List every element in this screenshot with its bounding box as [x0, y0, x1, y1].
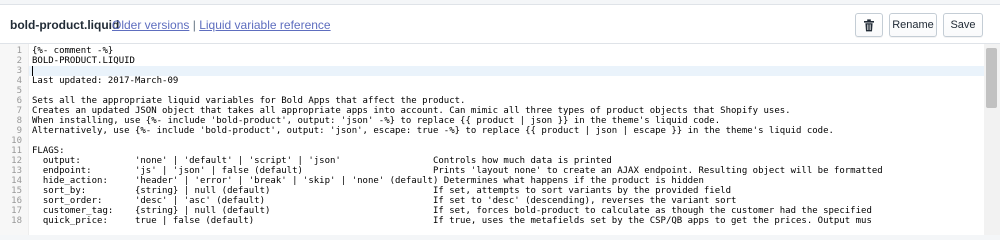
line-number-gutter: 1 2 3 4 5 6 7 8 9 10 11 12 13 14 15 16 1…: [0, 44, 29, 235]
trash-icon: [864, 19, 874, 32]
line-number: 15: [11, 186, 22, 196]
code-line: Last updated: 2017-March-09: [32, 76, 179, 86]
code-line: sort_by: {string} | null (default) If se…: [32, 186, 731, 196]
links-separator: |: [192, 18, 196, 32]
code-editor-panel: bold-product.liquid Older versions | Liq…: [0, 4, 1000, 235]
line-number: 5: [16, 86, 22, 96]
line-number: 6: [16, 96, 22, 106]
line-number: 17: [11, 206, 22, 216]
line-number: 4: [16, 76, 22, 86]
line-number: 18: [11, 216, 22, 226]
code-line: customer_tag: {string} | null (default) …: [32, 206, 872, 216]
line-number: 12: [11, 156, 22, 166]
code-line: Creates an updated JSON object that take…: [32, 106, 791, 116]
active-line-highlight: [29, 66, 984, 76]
code-line: Sets all the appropriate liquid variable…: [32, 96, 466, 106]
line-number: 16: [11, 196, 22, 206]
rename-button[interactable]: Rename: [889, 13, 937, 37]
code-line: endpoint: 'js' | 'json' | false (default…: [32, 166, 883, 176]
line-number: 8: [16, 116, 22, 126]
line-number: 1: [16, 46, 22, 56]
scrollbar-thumb[interactable]: [986, 48, 997, 108]
code-editor[interactable]: 1 2 3 4 5 6 7 8 9 10 11 12 13 14 15 16 1…: [0, 44, 1000, 235]
code-line: FLAGS:: [32, 146, 65, 156]
line-number: 9: [16, 126, 22, 136]
line-number: 7: [16, 106, 22, 116]
code-line: sort_order: 'desc' | 'asc' (default) If …: [32, 196, 737, 206]
file-name: bold-product.liquid: [10, 18, 120, 32]
code-line: Alternatively, use {%- include 'bold-pro…: [32, 126, 834, 136]
line-number: 13: [11, 166, 22, 176]
text-cursor: [32, 66, 33, 76]
code-line: BOLD-PRODUCT.LIQUID: [32, 56, 135, 66]
code-line: output: 'none' | 'default' | 'script' | …: [32, 156, 612, 166]
save-button[interactable]: Save: [943, 13, 983, 37]
code-line: quick_price: true | false (default) If t…: [32, 216, 872, 226]
header-links: Older versions | Liquid variable referen…: [112, 18, 331, 32]
code-line: hide_action: 'header' | 'error' | 'break…: [32, 176, 704, 186]
delete-button[interactable]: [855, 13, 883, 37]
line-number: 2: [16, 56, 22, 66]
line-number: 11: [11, 146, 22, 156]
line-number: 14: [11, 176, 22, 186]
editor-header: bold-product.liquid Older versions | Liq…: [0, 5, 1000, 44]
code-line: When installing, use {%- include 'bold-p…: [32, 116, 721, 126]
liquid-reference-link[interactable]: Liquid variable reference: [199, 18, 330, 32]
line-number: 10: [11, 136, 22, 146]
older-versions-link[interactable]: Older versions: [112, 18, 189, 32]
line-number: 3: [16, 66, 22, 76]
code-line: {%- comment -%}: [32, 46, 114, 56]
